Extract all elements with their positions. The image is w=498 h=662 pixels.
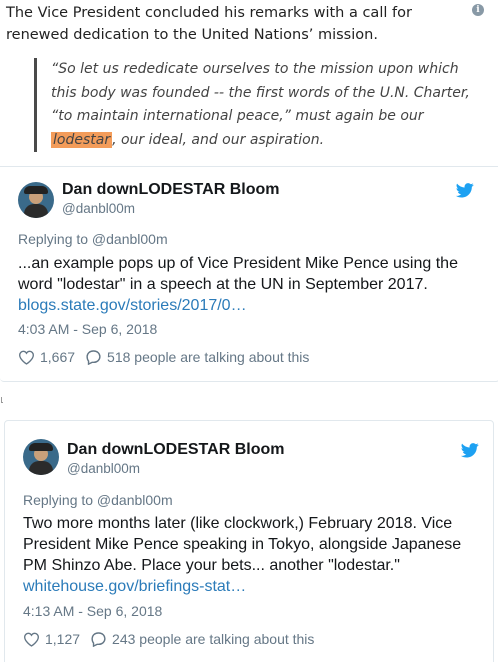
comment-icon[interactable] (90, 631, 107, 647)
tweet-1: Dan downLODESTAR Bloom @danbl00m Replyin… (0, 166, 498, 382)
tweet-actions: 1,667 518 people are talking about this (18, 349, 309, 365)
quote-text-after: , our ideal, and our aspiration. (112, 131, 325, 148)
article-intro: The Vice President concluded his remarks… (6, 5, 412, 43)
avatar[interactable] (23, 439, 59, 475)
author-name[interactable]: Dan downLODESTAR Bloom (62, 181, 279, 199)
embedded-card-2: Dan downLODESTAR Bloom @danbl00m Replyin… (4, 420, 494, 662)
tweet-2: Dan downLODESTAR Bloom @danbl00m Replyin… (5, 421, 495, 662)
author-handle[interactable]: @danbl00m (62, 201, 135, 216)
author-handle[interactable]: @danbl00m (67, 461, 140, 476)
article-quote-box: The Vice President concluded his remarks… (0, 0, 498, 166)
tweet-text: Two more months later (like clockwork,) … (23, 515, 462, 574)
quote-text-before: “So let us rededicate ourselves to the m… (51, 61, 470, 124)
like-count: 1,127 (45, 631, 81, 647)
divider-mark (1, 397, 3, 403)
comment-icon[interactable] (85, 349, 102, 365)
talking-about[interactable]: 518 people are talking about this (107, 349, 309, 365)
avatar[interactable] (18, 182, 54, 218)
embedded-card-1: The Vice President concluded his remarks… (0, 0, 498, 382)
info-icon[interactable]: i (472, 4, 484, 16)
heart-icon[interactable] (23, 632, 40, 647)
replying-to[interactable]: Replying to @danbl00m (18, 231, 168, 247)
quote-highlight: lodestar (51, 131, 113, 148)
tweet-link[interactable]: whitehouse.gov/briefings-stat… (23, 578, 246, 596)
tweet-actions: 1,127 243 people are talking about this (23, 631, 314, 647)
tweet-link[interactable]: blogs.state.gov/stories/2017/0… (18, 297, 247, 315)
author-name[interactable]: Dan downLODESTAR Bloom (67, 441, 284, 459)
tweet-timestamp[interactable]: 4:13 AM - Sep 6, 2018 (23, 603, 162, 619)
replying-to[interactable]: Replying to @danbl00m (23, 492, 173, 508)
twitter-bird-icon[interactable] (456, 183, 474, 198)
tweet-text: ...an example pops up of Vice President … (18, 255, 458, 293)
article-blockquote: “So let us rededicate ourselves to the m… (34, 58, 474, 152)
tweet-timestamp[interactable]: 4:03 AM - Sep 6, 2018 (18, 321, 157, 337)
talking-about[interactable]: 243 people are talking about this (112, 631, 314, 647)
twitter-bird-icon[interactable] (461, 443, 479, 458)
heart-icon[interactable] (18, 350, 35, 365)
like-count: 1,667 (40, 349, 76, 365)
